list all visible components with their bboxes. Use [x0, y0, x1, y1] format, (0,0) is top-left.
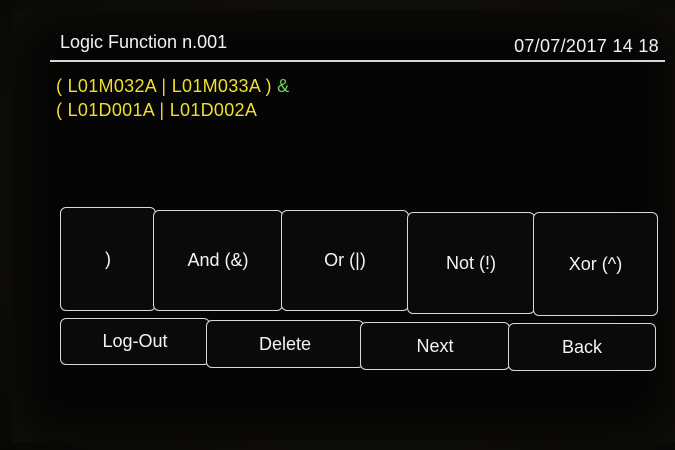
- term-l01d002a: L01D002A: [169, 100, 258, 120]
- header-bar: Logic Function n.001 07/07/2017 14 18: [50, 26, 665, 62]
- term-l01d001a: L01D001A: [67, 100, 155, 120]
- expression-line-2: ( L01D001A | L01D002A: [56, 99, 257, 121]
- page-title: Logic Function n.001: [60, 32, 228, 52]
- xor-button[interactable]: Xor (^): [533, 212, 658, 316]
- term-l01m032a: L01M032A: [67, 76, 157, 96]
- and-button[interactable]: And (&): [153, 210, 283, 311]
- close-paren: ): [265, 76, 272, 96]
- or-operator: |: [159, 100, 165, 120]
- open-paren: (: [56, 76, 63, 96]
- close-paren-button[interactable]: ): [60, 207, 156, 311]
- expression-line-1: ( L01M032A | L01M033A ) &: [56, 75, 289, 97]
- not-button[interactable]: Not (!): [407, 212, 535, 314]
- next-button[interactable]: Next: [360, 322, 510, 370]
- back-button[interactable]: Back: [508, 323, 656, 371]
- or-button[interactable]: Or (|): [281, 210, 409, 311]
- delete-button[interactable]: Delete: [206, 320, 364, 368]
- or-operator: |: [161, 76, 167, 96]
- datetime-display: 07/07/2017 14 18: [514, 36, 659, 56]
- logout-button[interactable]: Log-Out: [60, 318, 210, 365]
- term-l01m033a: L01M033A: [171, 76, 261, 96]
- and-operator: &: [277, 76, 290, 96]
- open-paren: (: [56, 100, 63, 120]
